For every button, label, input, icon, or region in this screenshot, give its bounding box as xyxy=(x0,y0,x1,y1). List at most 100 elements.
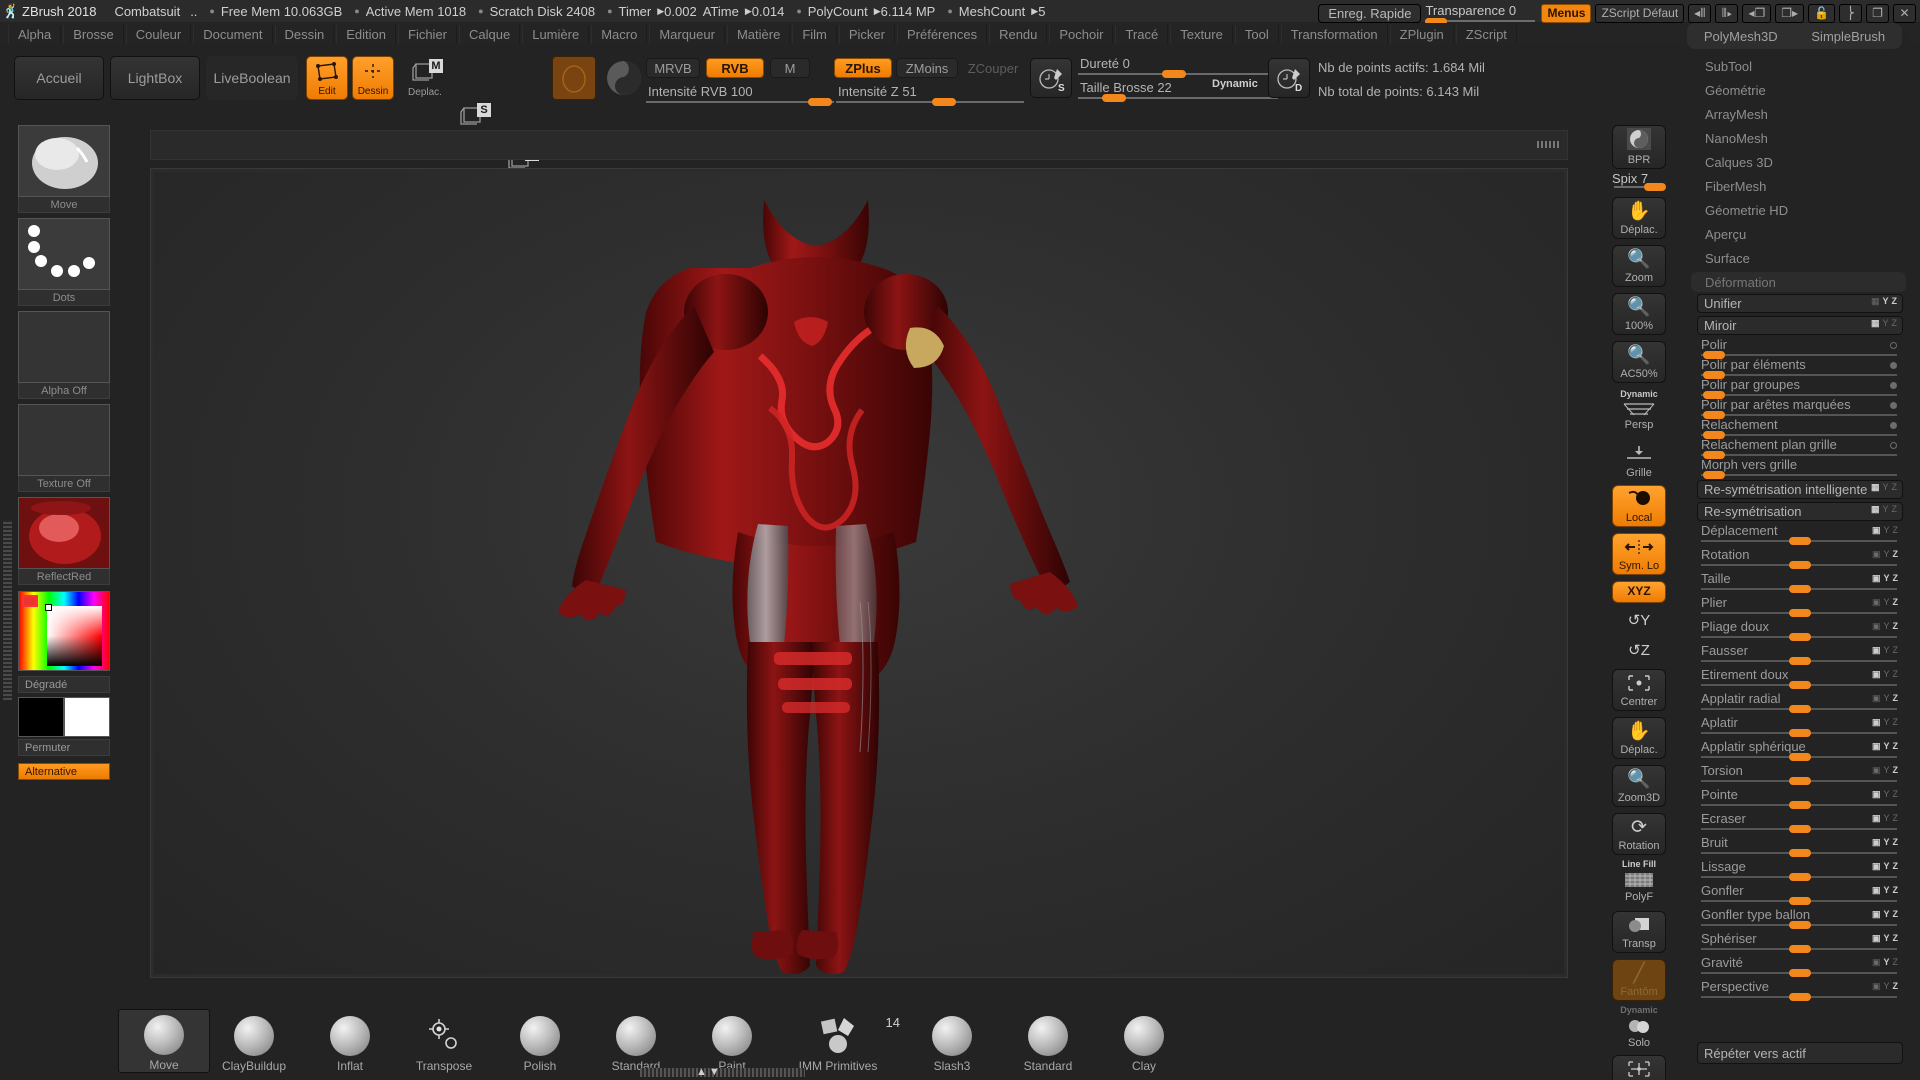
shelf-roty-button[interactable]: ↺Y xyxy=(1612,607,1666,635)
menu-item-zscript[interactable]: ZScript xyxy=(1455,24,1517,44)
menu-item-dessin[interactable]: Dessin xyxy=(274,24,335,44)
section-calques3d[interactable]: Calques 3D xyxy=(1697,152,1903,172)
current-brush-thumb[interactable]: Move xyxy=(18,125,110,213)
slider-ecraser[interactable]: Ecraser ▣YZ xyxy=(1697,811,1903,834)
slider-gonfler[interactable]: Gonfler ▣YZ xyxy=(1697,883,1903,906)
shelf-zoom100-button[interactable]: 🔍 100% xyxy=(1612,293,1666,335)
shelf-eclate-button[interactable]: Eclaté xyxy=(1612,1055,1666,1080)
menu-item-marqueur[interactable]: Marqueur xyxy=(649,24,725,44)
dessin-button[interactable]: Dessin xyxy=(352,56,394,100)
deformation-axis-icons[interactable]: ▣YZ xyxy=(1872,525,1901,536)
deformation-axis-icons[interactable]: ▣YZ xyxy=(1872,813,1901,824)
slider-pointe[interactable]: Pointe ▣YZ xyxy=(1697,787,1903,810)
current-material-thumb[interactable]: ReflectRed xyxy=(18,497,110,585)
slider-etirement-doux[interactable]: Etirement doux ▣YZ xyxy=(1697,667,1903,690)
re-symetrisation-intelligente-button[interactable]: Re-symétrisation intelligente ▦YZ xyxy=(1697,480,1903,499)
intensite-z-slider[interactable]: Intensité Z 51 xyxy=(836,84,1024,106)
shelf-fantom-button[interactable]: ╱ Fantôm xyxy=(1612,959,1666,1001)
repeter-vers-actif-button[interactable]: Répéter vers actif xyxy=(1697,1042,1903,1064)
deformation-axis-icons[interactable]: ▣YZ xyxy=(1872,669,1901,680)
slider-morph-vers-grille[interactable]: Morph vers grille xyxy=(1697,457,1903,480)
color-saturation-area[interactable] xyxy=(47,606,102,666)
accueil-button[interactable]: Accueil xyxy=(14,56,104,100)
deformation-slider-knob[interactable] xyxy=(1789,777,1811,785)
deformation-axis-icons[interactable]: ▣YZ xyxy=(1872,789,1901,800)
intensite-z-knob[interactable] xyxy=(932,98,956,106)
shelf-deplacer-button[interactable]: ✋ Déplac. xyxy=(1612,197,1666,239)
liveboolean-button[interactable]: LiveBoolean xyxy=(206,56,298,100)
menu-item-edition[interactable]: Edition xyxy=(336,24,396,44)
menu-item-pochoir[interactable]: Pochoir xyxy=(1049,24,1114,44)
slider-plier[interactable]: Plier ▣YZ xyxy=(1697,595,1903,618)
shelf-drag-handle[interactable] xyxy=(3,520,12,700)
section-fibermesh[interactable]: FiberMesh xyxy=(1697,176,1903,196)
deformation-axis-icons[interactable]: ▣YZ xyxy=(1872,693,1901,704)
section-arraymesh[interactable]: ArrayMesh xyxy=(1697,104,1903,124)
shelf-symmetry-button[interactable]: Sym. Lo xyxy=(1612,533,1666,575)
current-alpha-swatch[interactable] xyxy=(604,58,644,98)
spix-knob[interactable] xyxy=(1644,183,1666,191)
deplacer-button[interactable]: M Deplac. xyxy=(404,56,446,100)
layout-prev-icon[interactable]: ◂❐ xyxy=(1742,3,1772,23)
section-apercu[interactable]: Aperçu xyxy=(1697,224,1903,244)
section-subtool[interactable]: SubTool xyxy=(1697,56,1903,76)
deformation-slider-knob[interactable] xyxy=(1789,537,1811,545)
shelf-xyz-button[interactable]: XYZ xyxy=(1612,581,1666,603)
deformation-axis-icons[interactable]: ▣YZ xyxy=(1872,981,1901,992)
alternative-button[interactable]: Alternative xyxy=(18,763,110,780)
deformation-slider-knob[interactable] xyxy=(1789,609,1811,617)
menu-item-picker[interactable]: Picker xyxy=(838,24,895,44)
shelf-local-button[interactable]: Local xyxy=(1612,485,1666,527)
current-stroke-thumb[interactable]: Dots xyxy=(18,218,110,306)
menu-item-zplugin[interactable]: ZPlugin xyxy=(1389,24,1454,44)
unifier-button[interactable]: Unifier ▦YZ xyxy=(1697,294,1903,313)
tray-scrollbar[interactable]: ▲▼ xyxy=(640,1066,805,1078)
zcouper-button[interactable]: ZCouper xyxy=(962,58,1024,78)
tab-polymesh3d[interactable]: PolyMesh3D xyxy=(1704,29,1778,44)
spix-slider[interactable]: Spix 7 xyxy=(1612,170,1666,192)
menu-item-document[interactable]: Document xyxy=(193,24,273,44)
durete-slider[interactable]: Dureté 0 xyxy=(1078,56,1278,78)
edit-button[interactable]: Edit xyxy=(306,56,348,100)
tab-simplebrush[interactable]: SimpleBrush xyxy=(1811,29,1885,44)
slider-fausser[interactable]: Fausser ▣YZ xyxy=(1697,643,1903,666)
current-alpha-thumb[interactable]: Alpha Off xyxy=(18,311,110,399)
permuter-button[interactable]: Permuter xyxy=(18,739,110,756)
shelf-persp-button[interactable]: Dynamic Persp xyxy=(1612,389,1666,433)
canvas-grip-icon[interactable] xyxy=(1537,141,1559,148)
deformation-slider-knob[interactable] xyxy=(1789,921,1811,929)
shelf-transp-button[interactable]: Transp xyxy=(1612,911,1666,953)
layout-next-icon[interactable]: ❐▸ xyxy=(1775,3,1805,23)
slider-gonfler-type-ballon[interactable]: Gonfler type ballon ▣YZ xyxy=(1697,907,1903,930)
deformation-slider-knob[interactable] xyxy=(1789,897,1811,905)
zplus-button[interactable]: ZPlus xyxy=(834,58,892,78)
rvb-button[interactable]: RVB xyxy=(706,58,764,78)
deformation-slider-knob[interactable] xyxy=(1789,969,1811,977)
current-material-swatch[interactable] xyxy=(552,56,596,100)
slider-taille[interactable]: Taille ▣YZ xyxy=(1697,571,1903,594)
deformation-axis-icons[interactable]: ▣YZ xyxy=(1872,741,1901,752)
shelf-centrer-button[interactable]: Centrer xyxy=(1612,669,1666,711)
polir-status-dot[interactable] xyxy=(1890,342,1897,349)
deformation-slider-knob[interactable] xyxy=(1789,585,1811,593)
morph-vers-grille-knob[interactable] xyxy=(1703,471,1725,479)
shelf-move-object-button[interactable]: ✋ Déplac. xyxy=(1612,717,1666,759)
current-texture-thumb[interactable]: Texture Off xyxy=(18,404,110,492)
taille-brosse-knob[interactable] xyxy=(1102,94,1126,102)
menu-item-texture[interactable]: Texture xyxy=(1170,24,1233,44)
re-symetrisation-button[interactable]: Re-symétrisation ▦YZ xyxy=(1697,502,1903,521)
bpr-render-button[interactable]: BPR xyxy=(1612,125,1666,169)
slider-bruit[interactable]: Bruit ▣YZ xyxy=(1697,835,1903,858)
relachement-plan-grille-status-dot[interactable] xyxy=(1890,442,1897,449)
intensite-rvb-knob[interactable] xyxy=(808,98,832,106)
shelf-rotation-button[interactable]: ⟳ Rotation xyxy=(1612,813,1666,855)
deformation-axis-icons[interactable]: ▣YZ xyxy=(1872,597,1901,608)
deformation-slider-knob[interactable] xyxy=(1789,873,1811,881)
tray-brush-standard2[interactable]: Standard xyxy=(1012,1009,1084,1073)
menu-item-film[interactable]: Film xyxy=(792,24,837,44)
deformation-slider-knob[interactable] xyxy=(1789,657,1811,665)
section-geometrie[interactable]: Géométrie xyxy=(1697,80,1903,100)
relachement-status-dot[interactable] xyxy=(1890,422,1897,429)
deformation-axis-icons[interactable]: ▣YZ xyxy=(1872,861,1901,872)
slider-gravit-[interactable]: Gravité ▣YZ xyxy=(1697,955,1903,978)
